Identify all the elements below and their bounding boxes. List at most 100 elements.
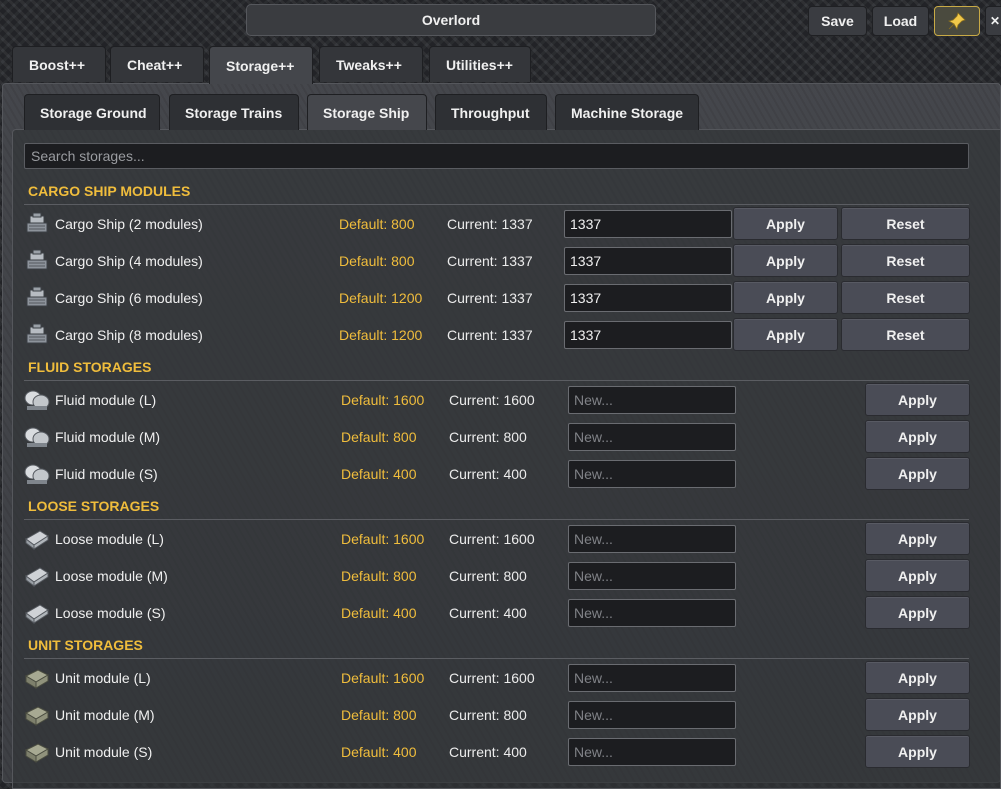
subtab-storage-ground[interactable]: Storage Ground <box>24 94 160 130</box>
section-divider <box>24 658 969 659</box>
reset-button[interactable]: Reset <box>841 244 970 277</box>
apply-button[interactable]: Apply <box>865 522 970 555</box>
capacity-input[interactable] <box>568 664 736 692</box>
storage-name: Unit module (M) <box>55 707 155 723</box>
capacity-input[interactable] <box>568 423 736 451</box>
apply-button[interactable]: Apply <box>865 383 970 416</box>
apply-button[interactable]: Apply <box>865 661 970 694</box>
search-input[interactable] <box>24 143 969 169</box>
current-value: Current: 1600 <box>449 531 535 547</box>
reset-button[interactable]: Reset <box>841 318 970 351</box>
apply-button[interactable]: Apply <box>865 457 970 490</box>
default-value: Default: 800 <box>339 253 415 269</box>
apply-button[interactable]: Apply <box>865 559 970 592</box>
storage-name: Loose module (L) <box>55 531 164 547</box>
apply-button[interactable]: Apply <box>733 281 838 314</box>
section-title-cargo-ship: CARGO SHIP MODULES <box>28 183 191 199</box>
apply-button[interactable]: Apply <box>865 735 970 768</box>
current-value: Current: 800 <box>449 568 527 584</box>
storage-row: Fluid module (M) Default: 800 Current: 8… <box>24 419 972 455</box>
ship-module-icon <box>24 286 50 310</box>
current-value: Current: 1600 <box>449 392 535 408</box>
default-value: Default: 1600 <box>341 392 425 408</box>
close-button[interactable]: ✕ <box>985 6 1001 36</box>
default-value: Default: 1200 <box>339 327 423 343</box>
subtab-label: Machine Storage <box>571 104 684 121</box>
reset-button[interactable]: Reset <box>841 207 970 240</box>
apply-button[interactable]: Apply <box>733 318 838 351</box>
capacity-input[interactable] <box>568 599 736 627</box>
tab-storage[interactable]: Storage++ <box>209 46 313 84</box>
storage-row: Unit module (L) Default: 1600 Current: 1… <box>24 660 972 696</box>
apply-button[interactable]: Apply <box>865 698 970 731</box>
subtab-label: Throughput <box>451 104 530 121</box>
window-title-bar[interactable]: Overlord <box>246 4 656 36</box>
section-divider <box>24 380 969 381</box>
current-value: Current: 400 <box>449 744 527 760</box>
capacity-input[interactable] <box>568 701 736 729</box>
default-value: Default: 1600 <box>341 670 425 686</box>
capacity-input[interactable] <box>564 247 732 275</box>
loose-container-icon <box>24 601 50 625</box>
capacity-input[interactable] <box>568 386 736 414</box>
unit-crate-icon <box>24 740 50 764</box>
storage-name: Fluid module (M) <box>55 429 161 445</box>
apply-button[interactable]: Apply <box>865 420 970 453</box>
ship-module-icon <box>24 212 50 236</box>
subtab-storage-trains[interactable]: Storage Trains <box>169 94 299 130</box>
tab-cheat[interactable]: Cheat++ <box>110 46 204 82</box>
window-title: Overlord <box>421 12 481 28</box>
storage-name: Loose module (M) <box>55 568 168 584</box>
fluid-tank-icon <box>24 425 50 449</box>
default-value: Default: 800 <box>341 429 417 445</box>
storage-name: Loose module (S) <box>55 605 166 621</box>
storage-row: Fluid module (S) Default: 400 Current: 4… <box>24 456 972 492</box>
subtab-label: Storage Trains <box>185 104 283 121</box>
default-value: Default: 400 <box>341 605 417 621</box>
storage-row: Unit module (M) Default: 800 Current: 80… <box>24 697 972 733</box>
capacity-input[interactable] <box>568 562 736 590</box>
current-value: Current: 400 <box>449 605 527 621</box>
tab-boost[interactable]: Boost++ <box>12 46 106 82</box>
capacity-input[interactable] <box>564 210 732 238</box>
capacity-input[interactable] <box>568 460 736 488</box>
current-value: Current: 1337 <box>447 327 533 343</box>
capacity-input[interactable] <box>568 525 736 553</box>
storage-name: Cargo Ship (4 modules) <box>55 253 203 269</box>
default-value: Default: 1600 <box>341 531 425 547</box>
default-value: Default: 800 <box>341 568 417 584</box>
apply-button[interactable]: Apply <box>865 596 970 629</box>
section-title-loose: LOOSE STORAGES <box>28 498 160 514</box>
storage-name: Cargo Ship (8 modules) <box>55 327 203 343</box>
tab-tweaks[interactable]: Tweaks++ <box>319 46 423 82</box>
apply-button[interactable]: Apply <box>733 207 838 240</box>
default-value: Default: 1200 <box>339 290 423 306</box>
subtab-throughput[interactable]: Throughput <box>435 94 547 130</box>
pin-icon <box>948 12 966 30</box>
current-value: Current: 1600 <box>449 670 535 686</box>
apply-button[interactable]: Apply <box>733 244 838 277</box>
pin-button[interactable] <box>934 6 980 36</box>
save-button[interactable]: Save <box>808 6 867 36</box>
subtab-machine-storage[interactable]: Machine Storage <box>555 94 699 130</box>
fluid-tank-icon <box>24 462 50 486</box>
storage-name: Cargo Ship (2 modules) <box>55 216 203 232</box>
capacity-input[interactable] <box>564 284 732 312</box>
tab-utilities[interactable]: Utilities++ <box>429 46 531 82</box>
default-value: Default: 400 <box>341 466 417 482</box>
default-value: Default: 400 <box>341 744 417 760</box>
section-title-fluid: FLUID STORAGES <box>28 359 152 375</box>
capacity-input[interactable] <box>568 738 736 766</box>
storage-row: Cargo Ship (2 modules) Default: 800 Curr… <box>24 206 972 242</box>
capacity-input[interactable] <box>564 321 732 349</box>
storage-name: Fluid module (L) <box>55 392 157 408</box>
default-value: Default: 800 <box>339 216 415 232</box>
subtab-storage-ship[interactable]: Storage Ship <box>307 94 427 130</box>
unit-crate-icon <box>24 666 50 690</box>
load-button[interactable]: Load <box>872 6 929 36</box>
current-value: Current: 400 <box>449 466 527 482</box>
reset-button[interactable]: Reset <box>841 281 970 314</box>
tab-label: Cheat++ <box>127 56 183 73</box>
ship-module-icon <box>24 249 50 273</box>
storage-row: Unit module (S) Default: 400 Current: 40… <box>24 734 972 770</box>
